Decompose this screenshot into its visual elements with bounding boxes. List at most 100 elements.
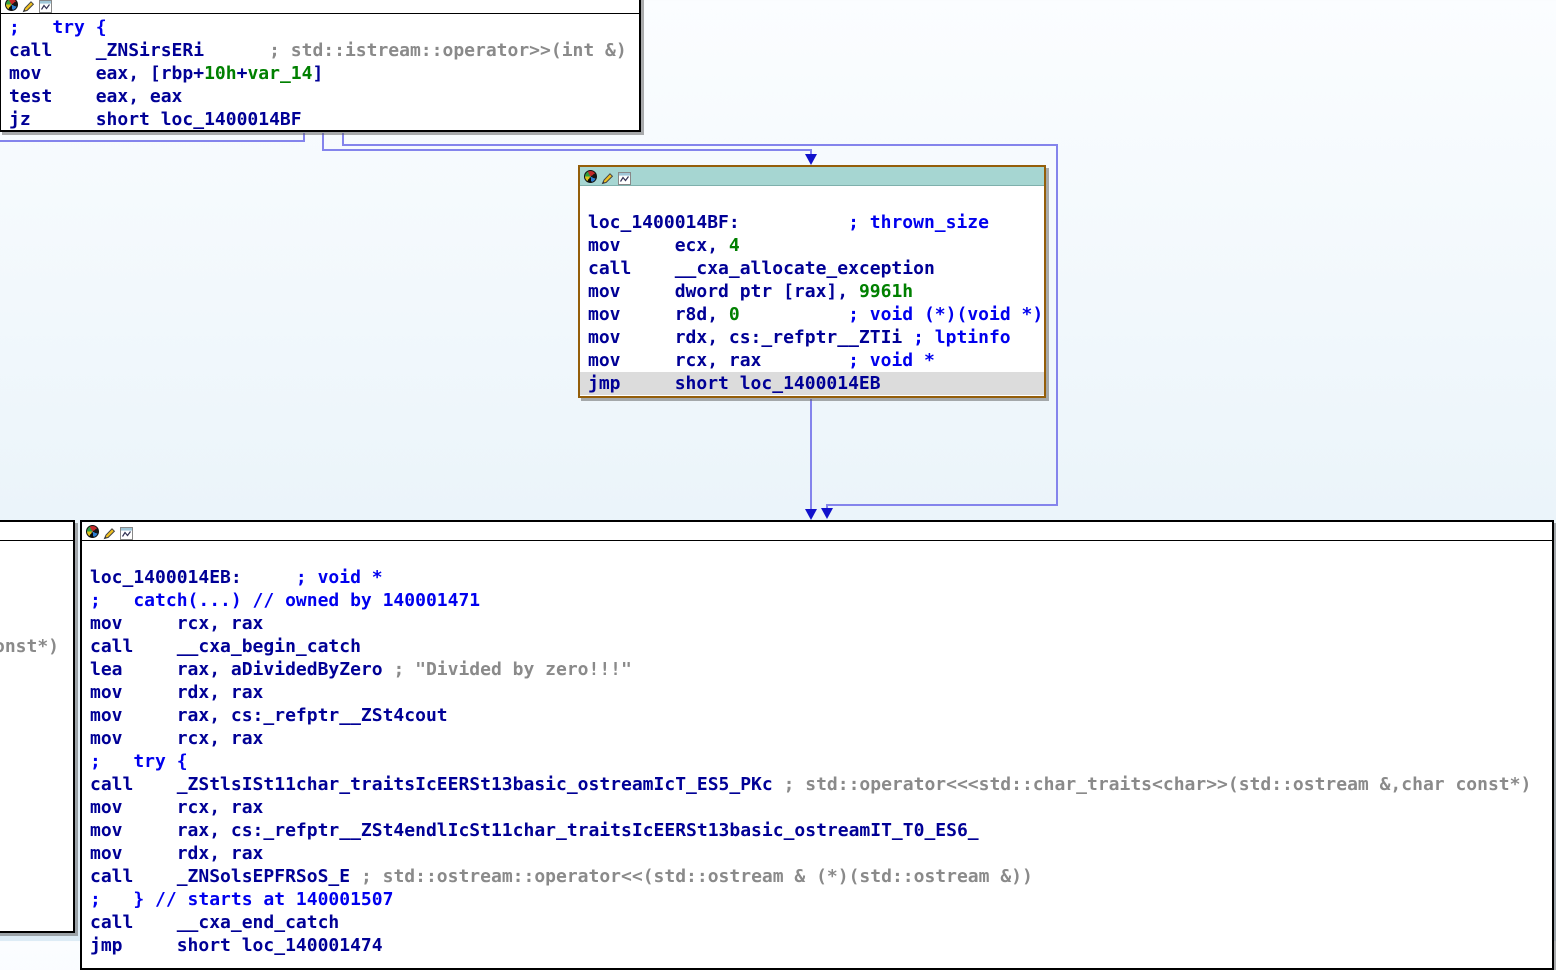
code-line[interactable]: loc_1400014EB: ; void * [82, 566, 1552, 589]
color-wheel-icon[interactable] [86, 524, 99, 538]
code-token[interactable]: lea rax, aDividedByZero [90, 659, 393, 680]
code-line[interactable]: mov ecx, 4 [580, 234, 1044, 257]
code-token[interactable]: mov r8d, [588, 304, 729, 325]
code-line[interactable]: ; try { [1, 16, 639, 39]
graph-node-partial[interactable]: onst*) [0, 520, 75, 933]
edit-icon[interactable] [103, 525, 116, 539]
code-token[interactable]: mov rdx, rax [90, 843, 263, 864]
code-token[interactable]: ; } // starts at 140001507 [90, 889, 393, 910]
code-token[interactable]: ; std::ostream::operator<<(std::ostream … [361, 866, 1033, 887]
code-token[interactable]: call __cxa_end_catch [90, 912, 339, 933]
code-token[interactable]: 10h [204, 63, 237, 84]
code-line[interactable]: mov r8d, 0 ; void (*)(void *) [580, 303, 1044, 326]
code-line[interactable]: mov rcx, rax [82, 612, 1552, 635]
node-titlebar[interactable] [82, 522, 1552, 541]
code-line[interactable]: onst*) [0, 635, 73, 658]
code-token[interactable]: mov rax, cs:_refptr__ZSt4endlIcSt11char_… [90, 820, 979, 841]
code-line[interactable] [0, 589, 73, 612]
code-token[interactable]: loc_1400014EB: [90, 567, 242, 588]
code-token[interactable]: call _ZNSolsEPFRSoS_E [90, 866, 361, 887]
code-token[interactable]: + [237, 63, 248, 84]
code-line[interactable]: test eax, eax [1, 85, 639, 108]
code-line[interactable] [0, 612, 73, 635]
code-line[interactable] [580, 188, 1044, 211]
code-token[interactable]: mov rdx, rax [90, 682, 263, 703]
code-token[interactable]: mov ecx, [588, 235, 729, 256]
code-token[interactable]: mov rcx, rax [588, 350, 848, 371]
graph-node-catch-block[interactable]: loc_1400014EB: ; void *; catch(...) // o… [80, 520, 1554, 970]
code-line[interactable]: mov dword ptr [rax], 9961h [580, 280, 1044, 303]
code-token[interactable]: mov rcx, rax [90, 728, 263, 749]
code-line[interactable]: mov rax, cs:_refptr__ZSt4cout [82, 704, 1552, 727]
code-token[interactable]: mov rax, cs:_refptr__ZSt4cout [90, 705, 448, 726]
code-line[interactable]: call _ZStlsISt11char_traitsIcEERSt13basi… [82, 773, 1552, 796]
color-wheel-icon[interactable] [5, 0, 18, 11]
code-line[interactable]: mov rax, cs:_refptr__ZSt4endlIcSt11char_… [82, 819, 1552, 842]
code-line[interactable]: mov rcx, rax [82, 796, 1552, 819]
code-token[interactable] [740, 212, 848, 233]
code-token[interactable] [242, 567, 296, 588]
code-token[interactable]: ; void (*)(void *) [848, 304, 1043, 325]
code-token[interactable]: jz short loc_1400014BF [9, 109, 302, 130]
code-line[interactable]: mov eax, [rbp+10h+var_14] [1, 62, 639, 85]
ida-graph-canvas[interactable]: { "app": {"view": "ida-pro-graph-view"},… [0, 0, 1556, 970]
code-line[interactable] [0, 543, 73, 566]
code-token[interactable]: mov dword ptr [rax], [588, 281, 859, 302]
graph-node-throw-exception[interactable]: loc_1400014BF: ; thrown_size mov ecx, 4 ca… [578, 165, 1046, 398]
code-token[interactable]: test eax, eax [9, 86, 182, 107]
graph-icon[interactable] [39, 0, 52, 13]
code-token[interactable]: 0 [729, 304, 740, 325]
code-token[interactable]: ; lptinfo [913, 327, 1011, 348]
code-line[interactable]: call __cxa_begin_catch [82, 635, 1552, 658]
code-token[interactable]: loc_1400014BF: [588, 212, 740, 233]
node-titlebar[interactable] [1, 0, 639, 14]
code-token[interactable]: ; thrown_size [848, 212, 989, 233]
code-token[interactable]: ; std::operator<<<std::char_traits<char>… [784, 774, 1532, 795]
code-token[interactable]: jmp short loc_140001474 [90, 935, 383, 956]
code-token[interactable]: ; try { [9, 17, 107, 38]
graph-icon[interactable] [120, 525, 133, 540]
code-line[interactable] [82, 543, 1552, 566]
code-line[interactable]: jmp short loc_1400014EB [580, 372, 1044, 395]
code-line[interactable]: call __cxa_end_catch [82, 911, 1552, 934]
code-token[interactable]: ; std::istream::operator>>(int &) [269, 40, 627, 61]
code-line[interactable]: call _ZNSolsEPFRSoS_E ; std::ostream::op… [82, 865, 1552, 888]
code-line[interactable]: mov rcx, rax [82, 727, 1552, 750]
code-line[interactable]: mov rdx, rax [82, 842, 1552, 865]
code-token[interactable]: ; try { [90, 751, 188, 772]
edit-icon[interactable] [22, 0, 35, 12]
code-line[interactable]: jz short loc_1400014BF [1, 108, 639, 131]
code-token[interactable]: mov rcx, rax [90, 613, 263, 634]
code-token[interactable]: var_14 [247, 63, 312, 84]
code-token[interactable]: call __cxa_allocate_exception [588, 258, 935, 279]
node-titlebar[interactable] [0, 522, 73, 541]
code-token[interactable]: 9961h [859, 281, 913, 302]
code-token[interactable]: ; "Divided by zero!!!" [393, 659, 631, 680]
node-titlebar[interactable] [580, 167, 1044, 186]
code-token[interactable]: call _ZStlsISt11char_traitsIcEERSt13basi… [90, 774, 784, 795]
code-token[interactable]: ; catch(...) // owned by 140001471 [90, 590, 480, 611]
code-line[interactable]: ; try { [82, 750, 1552, 773]
code-token[interactable]: mov eax, [rbp+ [9, 63, 204, 84]
edit-icon[interactable] [601, 170, 614, 184]
graph-node-try-block[interactable]: ; try {call _ZNSirsERi ; std::istream::o… [0, 0, 641, 132]
code-token[interactable]: call _ZNSirsERi [9, 40, 269, 61]
code-token[interactable]: mov rcx, rax [90, 797, 263, 818]
code-token[interactable]: ] [312, 63, 323, 84]
code-line[interactable]: call __cxa_allocate_exception [580, 257, 1044, 280]
code-token[interactable]: ; void * [296, 567, 383, 588]
code-line[interactable]: jmp short loc_140001474 [82, 934, 1552, 957]
color-wheel-icon[interactable] [584, 169, 597, 183]
code-line[interactable]: ; catch(...) // owned by 140001471 [82, 589, 1552, 612]
code-token[interactable]: jmp short loc_1400014EB [588, 373, 881, 394]
code-line[interactable]: ; } // starts at 140001507 [82, 888, 1552, 911]
code-line[interactable]: call _ZNSirsERi ; std::istream::operator… [1, 39, 639, 62]
code-token[interactable] [740, 304, 848, 325]
code-token[interactable]: ; void * [848, 350, 935, 371]
code-token[interactable]: mov rdx, cs:_refptr__ZTIi [588, 327, 913, 348]
graph-icon[interactable] [618, 170, 631, 185]
code-token[interactable]: call __cxa_begin_catch [90, 636, 361, 657]
code-line[interactable] [0, 566, 73, 589]
code-line[interactable]: lea rax, aDividedByZero ; "Divided by ze… [82, 658, 1552, 681]
code-token[interactable]: onst*) [0, 636, 59, 657]
